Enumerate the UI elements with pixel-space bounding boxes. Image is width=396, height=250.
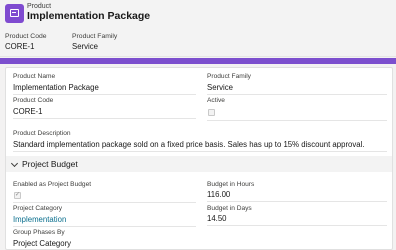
product-description-value[interactable]: Standard implementation package sold on …	[13, 140, 365, 149]
product-icon	[5, 4, 24, 23]
divider	[13, 226, 196, 227]
divider	[13, 151, 387, 152]
project-category-link[interactable]: Implementation	[13, 215, 66, 224]
enabled-project-budget-label: Enabled as Project Budget	[13, 181, 92, 188]
header-product-code-label: Product Code	[5, 33, 47, 40]
header-product-family-label: Product Family	[72, 33, 118, 40]
project-budget-section-header[interactable]: Project Budget	[6, 156, 392, 172]
budget-days-value[interactable]: 14.50	[207, 214, 227, 223]
product-family-label: Product Family	[207, 73, 251, 80]
divider	[207, 201, 387, 202]
product-code-label: Product Code	[13, 97, 54, 104]
header-product-code-value: CORE-1	[5, 42, 35, 51]
divider	[207, 120, 387, 121]
record-header: Product Implementation Package Product C…	[0, 0, 396, 57]
group-phases-by-label: Group Phases By	[13, 229, 65, 236]
active-checkbox[interactable]	[208, 109, 215, 116]
divider	[13, 118, 196, 119]
divider	[13, 94, 196, 95]
chevron-down-icon[interactable]	[10, 159, 19, 168]
divider	[13, 202, 196, 203]
section-title: Project Budget	[22, 159, 78, 169]
budget-hours-label: Budget in Hours	[207, 181, 255, 188]
product-description-label: Product Description	[13, 130, 71, 137]
record-detail-card: Product Name Implementation Package Prod…	[5, 67, 393, 250]
object-type-label: Product	[27, 3, 52, 10]
product-family-value[interactable]: Service	[207, 83, 233, 92]
brand-stripe	[0, 58, 396, 64]
group-phases-by-value[interactable]: Project Category	[13, 239, 71, 248]
product-name-value[interactable]: Implementation Package	[13, 83, 99, 92]
record-title: Implementation Package	[27, 10, 151, 22]
divider	[207, 225, 387, 226]
enabled-project-budget-checkbox[interactable]: ✓	[14, 192, 21, 199]
project-category-label: Project Category	[13, 205, 63, 212]
product-code-value[interactable]: CORE-1	[13, 107, 42, 116]
budget-hours-value[interactable]: 116.00	[207, 190, 230, 199]
budget-days-label: Budget in Days	[207, 205, 252, 212]
header-product-family-value: Service	[72, 42, 98, 51]
divider	[207, 94, 387, 95]
active-label: Active	[207, 97, 225, 104]
product-name-label: Product Name	[13, 73, 56, 80]
checkmark-icon: ✓	[15, 192, 21, 198]
